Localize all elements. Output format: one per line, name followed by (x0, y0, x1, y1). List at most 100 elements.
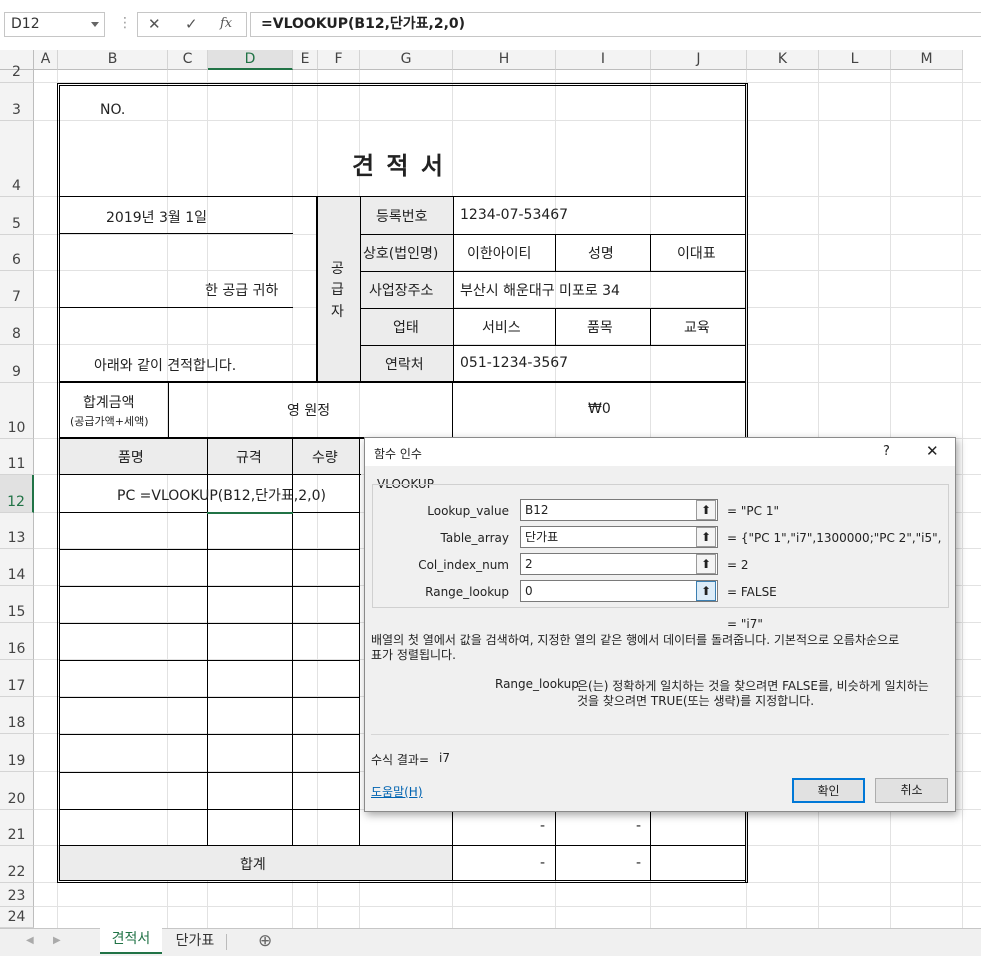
table-row-border (59, 623, 360, 624)
column-header-e[interactable]: E (293, 50, 318, 70)
column-header-m[interactable]: M (891, 50, 963, 70)
row-header-4[interactable]: 4 (0, 121, 34, 197)
address-value: 부산시 해운대구 미포로 34 (460, 283, 620, 299)
col-product-header: 품명 (118, 450, 144, 466)
rep-name-value: 이대표 (677, 246, 716, 262)
column-header-f[interactable]: F (318, 50, 360, 70)
tab-estimate[interactable]: 견적서 (100, 928, 162, 954)
row-header-21[interactable]: 21 (0, 810, 34, 846)
table-array-input[interactable]: 단가표 (520, 526, 718, 548)
enter-icon[interactable]: ✓ (185, 15, 198, 33)
item-label: 품목 (587, 320, 613, 336)
overall-result: = "i7" (727, 617, 763, 631)
scroll-right-icon[interactable]: ▶ (53, 935, 61, 946)
row-header-18[interactable]: 18 (0, 697, 34, 734)
tab-price-table[interactable]: 단가표 (166, 931, 224, 953)
no-label: NO. (100, 102, 126, 118)
cell-editor[interactable]: PC =VLOOKUP(B12,단가표,2,0) (117, 485, 326, 505)
supplier-char-3: 자 (331, 304, 344, 320)
close-icon[interactable]: ✕ (926, 442, 939, 460)
row-header-23[interactable]: 23 (0, 883, 34, 907)
table-row-border (59, 734, 360, 735)
param-desc-2: 것을 찾으려면 TRUE(또는 생략)를 지정합니다. (577, 694, 815, 708)
col-index-result: = 2 (727, 558, 749, 572)
row-header-6[interactable]: 6 (0, 235, 34, 271)
column-header-d[interactable]: D (208, 50, 293, 70)
formula-input[interactable]: =VLOOKUP(B12,단가표,2,0) (250, 12, 981, 37)
row-header-24[interactable]: 24 (0, 907, 34, 928)
column-header-j[interactable]: J (651, 50, 747, 70)
biz-type-label: 업태 (393, 320, 419, 336)
row-header-15[interactable]: 15 (0, 586, 34, 623)
row-header-16[interactable]: 16 (0, 623, 34, 660)
row-header-19[interactable]: 19 (0, 734, 34, 772)
row-header-17[interactable]: 17 (0, 660, 34, 697)
insert-function-icon[interactable]: fx (220, 16, 232, 31)
help-icon[interactable]: ? (883, 444, 890, 459)
row-header-8[interactable]: 8 (0, 308, 34, 345)
range-lookup-input[interactable]: 0 (520, 580, 718, 602)
collapse-col-index-icon[interactable]: ⬆ (696, 554, 716, 574)
column-header-b[interactable]: B (58, 50, 168, 70)
total-amount-sub: (공급가액+세액) (70, 415, 149, 428)
dash-h22: - (540, 855, 546, 871)
grid-vline (962, 70, 963, 928)
column-header-k[interactable]: K (747, 50, 819, 70)
row-header-2[interactable]: 2 (0, 64, 34, 83)
row-header-22[interactable]: 22 (0, 846, 34, 883)
biz-type-value: 서비스 (482, 320, 521, 336)
cancel-icon[interactable]: ✕ (148, 15, 161, 33)
collapse-range-lookup-icon[interactable]: ⬆ (696, 581, 716, 601)
row-header-11[interactable]: 11 (0, 439, 34, 475)
ok-button[interactable]: 확인 (792, 778, 865, 803)
reg-no-value: 1234-07-53467 (460, 207, 569, 223)
date-cell: 2019년 3월 1일 (106, 210, 207, 226)
column-header-c[interactable]: C (168, 50, 208, 70)
name-box-value: D12 (11, 16, 40, 32)
col-qty-header: 수량 (312, 450, 338, 466)
contact-label: 연락처 (385, 357, 424, 373)
supplier-char-2: 급 (331, 282, 344, 298)
won-label: 영 원정 (287, 403, 331, 419)
col-index-input[interactable]: 2 (520, 553, 718, 575)
column-header-a[interactable]: A (34, 50, 58, 70)
item-value: 교육 (684, 320, 710, 336)
help-link[interactable]: 도움말(H) (371, 783, 423, 800)
row-header-13[interactable]: 13 (0, 513, 34, 549)
collapse-lookup-value-icon[interactable]: ⬆ (696, 500, 716, 520)
column-header-l[interactable]: L (819, 50, 891, 70)
row-header-9[interactable]: 9 (0, 345, 34, 383)
drag-handle[interactable]: ⋮ (118, 15, 132, 35)
grid-hline (34, 906, 981, 907)
table-row-border (59, 660, 360, 661)
cancel-button[interactable]: 취소 (875, 778, 948, 803)
row-header-7[interactable]: 7 (0, 271, 34, 308)
company-value: 이한아이티 (467, 246, 532, 262)
table-array-result: = {"PC 1","i7",1300000;"PC 2","i5",110 (727, 531, 941, 545)
table-row-border (59, 586, 360, 587)
row-header-5[interactable]: 5 (0, 197, 34, 235)
formula-bar: D12 ⋮ ✕ ✓ fx =VLOOKUP(B12,단가표,2,0) (0, 0, 981, 50)
sheet-tab-bar: ◀ ▶ 견적서 단가표 ⊕ (0, 928, 981, 956)
quote-text-cell: 아래와 같이 견적합니다. (94, 358, 237, 374)
column-header-g[interactable]: G (360, 50, 453, 70)
supplier-char-1: 공 (331, 261, 344, 277)
lookup-value-input[interactable]: B12 (520, 499, 718, 521)
total-amount-value: ₩0 (588, 401, 611, 417)
table-row-border (59, 549, 360, 550)
collapse-table-array-icon[interactable]: ⬆ (696, 527, 716, 547)
total-label: 합계 (240, 857, 266, 873)
row-header-20[interactable]: 20 (0, 772, 34, 810)
row-header-12[interactable]: 12 (0, 475, 34, 513)
formula-buttons: ✕ ✓ fx (137, 12, 247, 37)
dash-i21: - (636, 818, 642, 834)
name-box[interactable]: D12 (4, 12, 105, 37)
scroll-left-icon[interactable]: ◀ (26, 935, 34, 946)
row-header-10[interactable]: 10 (0, 383, 34, 439)
row-header-14[interactable]: 14 (0, 549, 34, 586)
add-sheet-icon[interactable]: ⊕ (258, 931, 272, 951)
chevron-down-icon[interactable] (91, 22, 99, 27)
column-header-h[interactable]: H (453, 50, 556, 70)
row-header-3[interactable]: 3 (0, 83, 34, 121)
column-header-i[interactable]: I (556, 50, 651, 70)
